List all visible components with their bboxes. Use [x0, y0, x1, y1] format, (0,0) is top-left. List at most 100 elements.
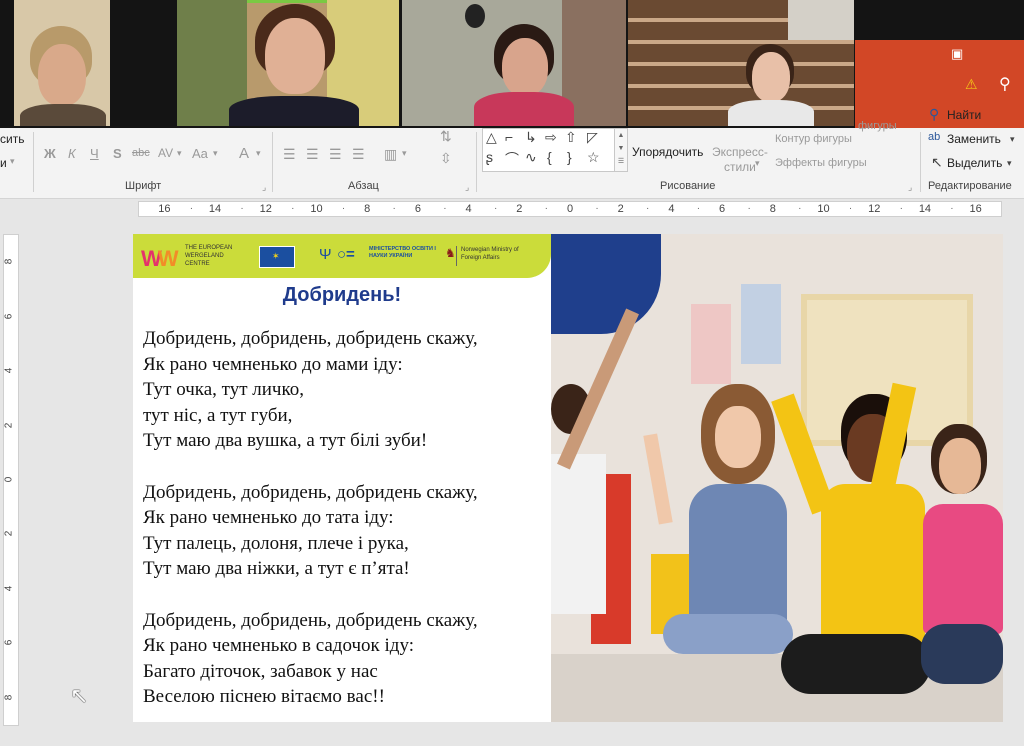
- paragraph-dialog-launcher-icon[interactable]: ⌟: [465, 182, 469, 193]
- columns-icon[interactable]: ▥: [384, 146, 397, 163]
- poem-line: Як рано чемненько до тата іду:: [143, 507, 394, 529]
- ruler-tick: ·: [696, 203, 701, 214]
- ruler-label: 2: [617, 203, 624, 215]
- select-cursor-icon[interactable]: ↖: [931, 154, 943, 171]
- quick-styles-dropdown-icon[interactable]: ▾: [755, 158, 760, 169]
- ruler-label: 0: [3, 476, 15, 483]
- vertical-ruler[interactable]: 8 6 4 2 0 2 4 6 8: [3, 234, 19, 726]
- spacing-button[interactable]: AV: [158, 146, 173, 160]
- drawing-dialog-launcher-icon[interactable]: ⌟: [908, 182, 912, 193]
- spacing-dropdown-icon[interactable]: ▾: [177, 148, 182, 159]
- ruler-tick: ·: [392, 203, 396, 214]
- select-dropdown-icon[interactable]: ▾: [1007, 158, 1012, 169]
- ruler-tick: ·: [443, 203, 447, 214]
- poem-line: Тут палець, долоня, плече і рука,: [143, 532, 409, 554]
- poem-line: Добридень, добридень, добридень скажу,: [143, 328, 478, 349]
- find-icon[interactable]: ⚲: [929, 106, 939, 123]
- strikethrough-button[interactable]: abc: [132, 147, 150, 159]
- ruler-label: 8: [364, 203, 371, 215]
- ruler-label: 10: [310, 203, 323, 215]
- shape-arc-icon[interactable]: ⌒: [505, 149, 519, 169]
- ribbon: сить и ▾ Ж К Ч S abc AV ▾ Aa ▾ A ▾ Шрифт…: [0, 106, 1024, 199]
- italic-button[interactable]: К: [68, 146, 76, 161]
- shape-connector-icon[interactable]: ⌐: [505, 129, 513, 145]
- share-icon[interactable]: ⚲: [999, 74, 1011, 94]
- align-text-icon[interactable]: ⇳: [440, 150, 452, 167]
- align-right-icon[interactable]: ☰: [329, 146, 342, 163]
- bold-button[interactable]: Ж: [44, 146, 56, 161]
- align-left-icon[interactable]: ☰: [283, 146, 296, 163]
- ruler-label: 0: [566, 203, 574, 215]
- ruler-label: 2: [3, 531, 15, 537]
- ruler-tick: ·: [544, 203, 548, 214]
- ruler-tick: ·: [240, 203, 244, 214]
- text-direction-icon[interactable]: ⇅: [440, 128, 452, 145]
- shape-arrow-up-icon[interactable]: ⇧: [565, 129, 577, 146]
- poem-line: тут ніс, а тут губи,: [143, 404, 293, 426]
- ruler-tick: ·: [291, 203, 295, 214]
- ruler-label: 12: [868, 203, 881, 215]
- replace-button[interactable]: Заменить: [947, 132, 1001, 146]
- restore-icon[interactable]: ▣: [951, 46, 963, 62]
- video-tile-participant-2[interactable]: [177, 0, 399, 126]
- children-photo[interactable]: [551, 234, 1003, 722]
- ruler-label: 4: [668, 203, 675, 215]
- font-color-button[interactable]: A: [239, 145, 249, 162]
- poem-stanza-2: Добридень, добридень, добридень скажу, Я…: [143, 480, 478, 582]
- shapes-gallery[interactable]: △ ⌐ ↳ ⇨ ⇧ ◸ ʂ ⌒ ∿ { } ☆: [482, 128, 616, 172]
- shape-star-icon[interactable]: ☆: [587, 149, 600, 166]
- align-center-icon[interactable]: ☰: [306, 146, 319, 163]
- video-tile-participant-4[interactable]: [628, 0, 854, 126]
- chevron-down-icon[interactable]: ▾: [10, 156, 15, 167]
- change-case-button[interactable]: Aa: [192, 146, 208, 161]
- shadow-button[interactable]: S: [113, 146, 122, 161]
- horizontal-ruler[interactable]: 16 · 14 · 12 · 10 · 8 · 6 · 4 · 2 · 0 · 2 · 4 · 6 · 8 · 10 · 12 · 14 · 1…: [138, 201, 1002, 217]
- shape-outline-button[interactable]: Контур фигуры: [775, 133, 852, 145]
- warning-icon[interactable]: ⚠: [965, 76, 978, 93]
- mouse-cursor-icon: ↖: [70, 683, 89, 708]
- shape-curve-icon[interactable]: ʂ: [486, 149, 493, 165]
- replace-dropdown-icon[interactable]: ▾: [1010, 134, 1015, 145]
- shape-triangle-icon[interactable]: △: [486, 129, 497, 146]
- font-color-dropdown-icon[interactable]: ▾: [256, 148, 261, 159]
- slide-canvas[interactable]: WW THE EUROPEAN WERGELAND CENTRE ✶ Ψ ○= …: [133, 234, 1003, 722]
- shape-elbow-icon[interactable]: ↳: [525, 129, 537, 146]
- shape-fill-button[interactable]: фигуры: [858, 120, 897, 132]
- slides-partial-label[interactable]: сить: [0, 132, 24, 146]
- shapes-gallery-scroll[interactable]: ▲ ▼ ☰: [614, 128, 628, 172]
- replace-icon[interactable]: ab: [928, 131, 940, 143]
- wergeland-logo-text: THE EUROPEAN WERGELAND CENTRE: [185, 245, 233, 267]
- video-tile-participant-3[interactable]: [402, 0, 626, 126]
- columns-dropdown-icon[interactable]: ▾: [402, 148, 407, 159]
- shape-brace-right-icon[interactable]: }: [567, 149, 572, 165]
- shape-wave-icon[interactable]: ∿: [525, 149, 537, 166]
- poem-line: Тут маю два вушка, а тут білі зуби!: [143, 430, 428, 452]
- poem-line: Як рано чемненько до мами іду:: [143, 353, 403, 375]
- shape-arrow-right-icon[interactable]: ⇨: [545, 129, 557, 146]
- ministry-logo-text: МІНІСТЕРСТВО ОСВІТИ І НАУКИ УКРАЇНИ: [369, 246, 436, 259]
- ruler-label: 6: [3, 640, 15, 646]
- ruler-tick: ·: [798, 203, 802, 214]
- poem-text-box[interactable]: Добридень, добридень, добридень скажу, Я…: [143, 326, 478, 710]
- group-separator: [33, 132, 34, 192]
- find-button[interactable]: Найти: [947, 108, 981, 122]
- justify-icon[interactable]: ☰: [352, 146, 365, 163]
- select-button[interactable]: Выделить: [947, 156, 1002, 170]
- underline-button[interactable]: Ч: [90, 146, 99, 161]
- video-tile-participant-1[interactable]: [14, 0, 110, 126]
- ruler-tick: ·: [848, 203, 853, 214]
- poem-stanza-3: Добридень, добридень, добридень скажу, Я…: [143, 608, 478, 710]
- font-dialog-launcher-icon[interactable]: ⌟: [262, 182, 266, 193]
- shape-effects-button[interactable]: Эффекты фигуры: [775, 157, 867, 169]
- shape-brace-left-icon[interactable]: {: [547, 149, 552, 165]
- case-dropdown-icon[interactable]: ▾: [213, 148, 218, 159]
- arrange-button[interactable]: Упорядочить: [632, 145, 703, 159]
- ruler-tick: ·: [747, 203, 751, 214]
- slide-title[interactable]: Добридень!: [133, 284, 551, 307]
- section-partial-label[interactable]: и: [0, 156, 7, 170]
- shape-callout-icon[interactable]: ◸: [587, 129, 598, 146]
- editing-group-label: Редактирование: [928, 180, 1012, 192]
- wergeland-logo-icon: WW: [141, 246, 178, 271]
- logo-divider: [456, 246, 457, 266]
- window-titlebar: ▣ ⚠ ⚲: [855, 40, 1024, 128]
